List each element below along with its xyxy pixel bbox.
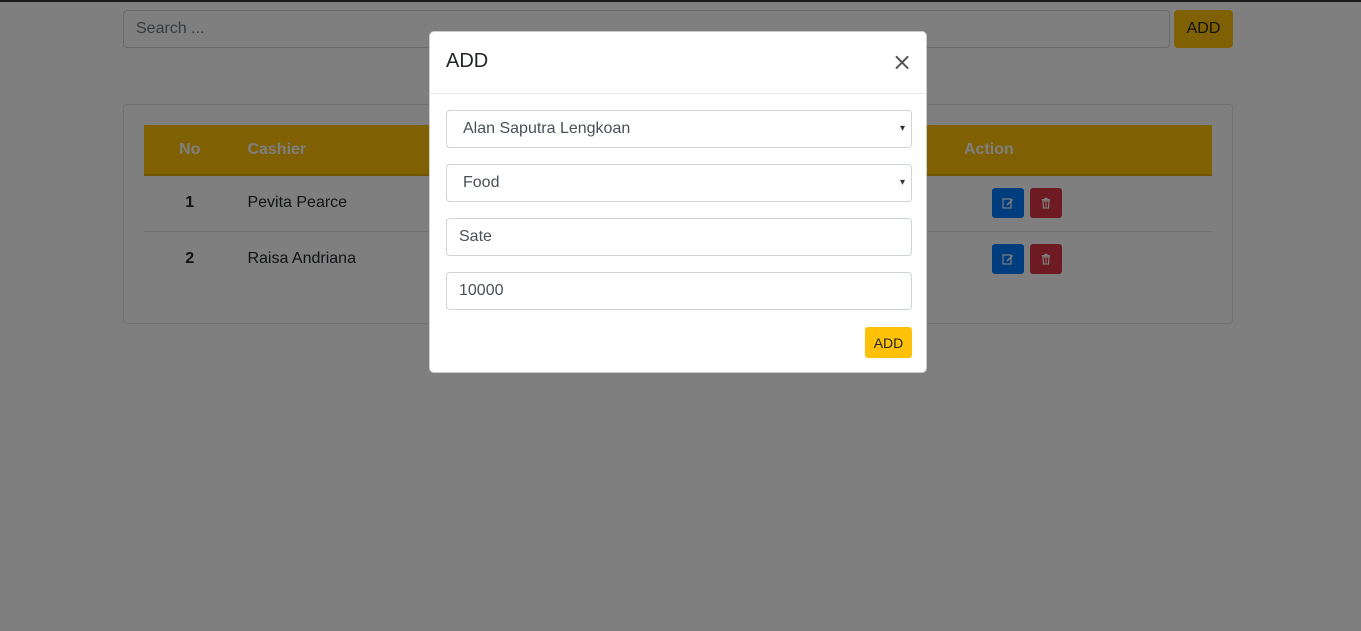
category-select-value: Food: [463, 174, 500, 191]
page: ADD No Cashier Action 1 Pevita Pearce: [0, 0, 1361, 631]
chevron-down-icon: ▾: [899, 177, 905, 188]
category-select[interactable]: Food ▾: [446, 164, 912, 202]
modal-title: ADD: [446, 50, 489, 72]
chevron-down-icon: ▾: [899, 123, 905, 134]
cashier-select-value: Alan Saputra Lengkoan: [463, 120, 631, 137]
add-modal: ADD × Alan Saputra Lengkoan ▾ Food ▾ ADD: [429, 31, 927, 373]
close-icon[interactable]: ×: [892, 48, 912, 76]
modal-header: ADD ×: [430, 32, 926, 94]
cashier-select[interactable]: Alan Saputra Lengkoan ▾: [446, 110, 912, 148]
price-input[interactable]: [446, 272, 912, 310]
item-name-input[interactable]: [446, 218, 912, 256]
modal-add-button[interactable]: ADD: [865, 327, 912, 358]
